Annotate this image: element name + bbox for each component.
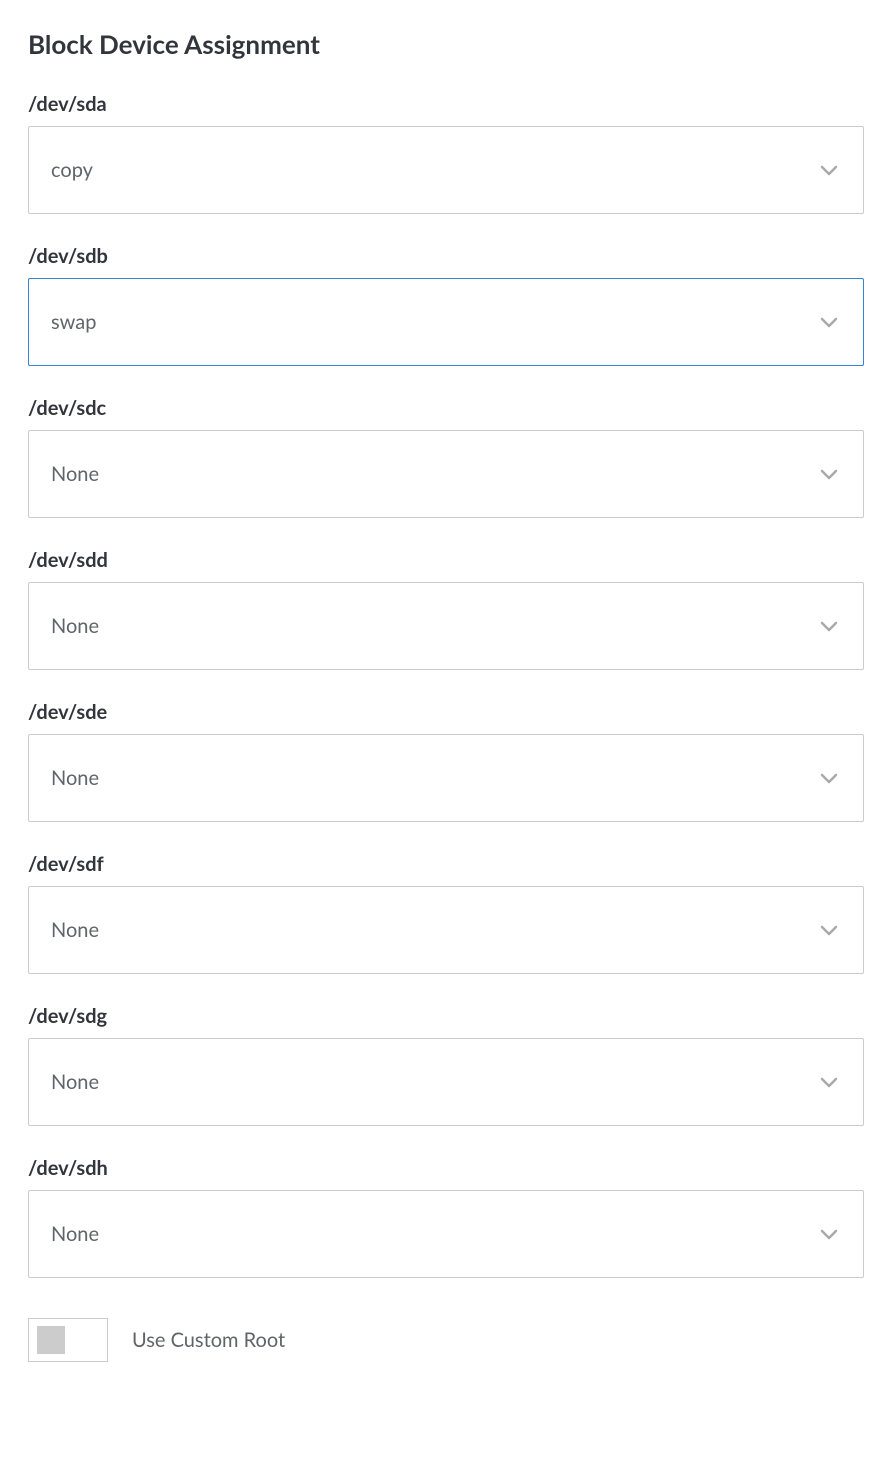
device-label-sdh: /dev/sdh bbox=[28, 1156, 864, 1180]
device-label-sdb: /dev/sdb bbox=[28, 244, 864, 268]
device-select-sdf[interactable]: None bbox=[28, 886, 864, 974]
device-select-value: None bbox=[51, 918, 99, 942]
device-select-sde[interactable]: None bbox=[28, 734, 864, 822]
device-select-value: swap bbox=[51, 310, 96, 334]
chevron-down-icon bbox=[817, 158, 841, 182]
device-select-value: copy bbox=[51, 158, 93, 182]
device-select-value: None bbox=[51, 1222, 99, 1246]
device-select-value: None bbox=[51, 614, 99, 638]
custom-root-toggle[interactable] bbox=[28, 1318, 108, 1362]
device-label-sde: /dev/sde bbox=[28, 700, 864, 724]
device-label-sdc: /dev/sdc bbox=[28, 396, 864, 420]
device-label-sda: /dev/sda bbox=[28, 92, 864, 116]
device-select-sdh[interactable]: None bbox=[28, 1190, 864, 1278]
device-select-value: None bbox=[51, 462, 99, 486]
chevron-down-icon bbox=[817, 310, 841, 334]
device-label-sdg: /dev/sdg bbox=[28, 1004, 864, 1028]
device-select-value: None bbox=[51, 766, 99, 790]
section-title: Block Device Assignment bbox=[28, 28, 864, 60]
chevron-down-icon bbox=[817, 1070, 841, 1094]
chevron-down-icon bbox=[817, 462, 841, 486]
chevron-down-icon bbox=[817, 1222, 841, 1246]
device-select-sdg[interactable]: None bbox=[28, 1038, 864, 1126]
device-select-sdd[interactable]: None bbox=[28, 582, 864, 670]
device-label-sdd: /dev/sdd bbox=[28, 548, 864, 572]
toggle-handle bbox=[37, 1326, 65, 1354]
chevron-down-icon bbox=[817, 918, 841, 942]
custom-root-label: Use Custom Root bbox=[132, 1328, 285, 1352]
device-select-sdb[interactable]: swap bbox=[28, 278, 864, 366]
chevron-down-icon bbox=[817, 766, 841, 790]
device-select-sdc[interactable]: None bbox=[28, 430, 864, 518]
device-select-sda[interactable]: copy bbox=[28, 126, 864, 214]
device-select-value: None bbox=[51, 1070, 99, 1094]
device-label-sdf: /dev/sdf bbox=[28, 852, 864, 876]
chevron-down-icon bbox=[817, 614, 841, 638]
